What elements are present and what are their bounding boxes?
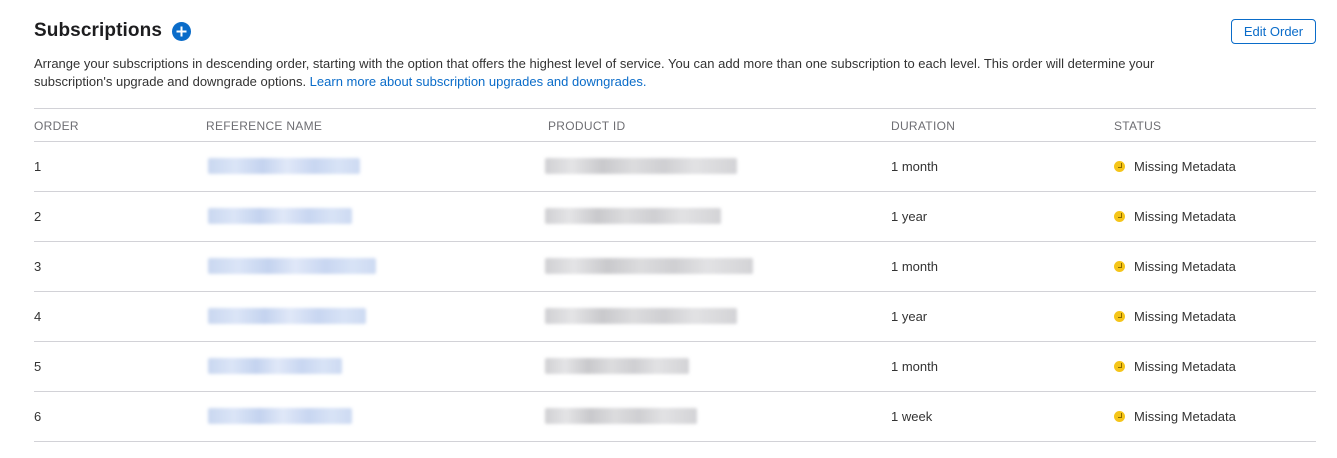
duration-cell: 1 week (891, 409, 933, 424)
table-row[interactable]: 2 1 year Missing Metadata (34, 192, 1316, 242)
column-header-duration[interactable]: DURATION (891, 119, 955, 133)
product-id-redacted (545, 308, 737, 324)
product-id-redacted (545, 158, 737, 174)
table-row[interactable]: 5 1 month Missing Metadata (34, 342, 1316, 392)
warning-icon (1114, 261, 1125, 272)
duration-cell: 1 month (891, 159, 938, 174)
reference-name-redacted[interactable] (208, 158, 360, 174)
product-id-redacted (545, 358, 689, 374)
status-label: Missing Metadata (1134, 209, 1236, 224)
reference-name-redacted[interactable] (208, 208, 352, 224)
page-title: Subscriptions (34, 20, 162, 41)
status-label: Missing Metadata (1134, 259, 1236, 274)
status-cell: Missing Metadata (1114, 409, 1236, 424)
description: Arrange your subscriptions in descending… (34, 55, 1209, 91)
status-label: Missing Metadata (1134, 409, 1236, 424)
edit-order-button[interactable]: Edit Order (1231, 19, 1316, 44)
duration-cell: 1 year (891, 209, 928, 224)
reference-name-redacted[interactable] (208, 308, 366, 324)
page-header: Subscriptions (34, 18, 191, 44)
plus-icon (176, 26, 187, 36)
warning-icon (1114, 211, 1125, 222)
duration-cell: 1 year (891, 309, 928, 324)
column-header-reference-name[interactable]: REFERENCE NAME (206, 119, 322, 133)
subscriptions-table: ORDER REFERENCE NAME PRODUCT ID DURATION… (34, 108, 1316, 442)
order-cell: 5 (34, 359, 42, 374)
status-label: Missing Metadata (1134, 359, 1236, 374)
duration-cell: 1 month (891, 259, 938, 274)
product-id-redacted (545, 208, 721, 224)
table-row[interactable]: 6 1 week Missing Metadata (34, 392, 1316, 442)
order-cell: 4 (34, 309, 42, 324)
warning-icon (1114, 361, 1125, 372)
column-header-product-id[interactable]: PRODUCT ID (548, 119, 625, 133)
column-header-order[interactable]: ORDER (34, 119, 79, 133)
table-row[interactable]: 3 1 month Missing Metadata (34, 242, 1316, 292)
status-cell: Missing Metadata (1114, 359, 1236, 374)
table-row[interactable]: 1 1 month Missing Metadata (34, 142, 1316, 192)
warning-icon (1114, 161, 1125, 172)
order-cell: 6 (34, 409, 42, 424)
order-cell: 2 (34, 209, 42, 224)
order-cell: 1 (34, 159, 42, 174)
status-cell: Missing Metadata (1114, 159, 1236, 174)
order-cell: 3 (34, 259, 42, 274)
status-label: Missing Metadata (1134, 159, 1236, 174)
table-header: ORDER REFERENCE NAME PRODUCT ID DURATION… (34, 108, 1316, 142)
column-header-status[interactable]: STATUS (1114, 119, 1161, 133)
warning-icon (1114, 311, 1125, 322)
status-cell: Missing Metadata (1114, 259, 1236, 274)
reference-name-redacted[interactable] (208, 358, 342, 374)
learn-more-link[interactable]: Learn more about subscription upgrades a… (310, 74, 647, 89)
status-cell: Missing Metadata (1114, 209, 1236, 224)
reference-name-redacted[interactable] (208, 258, 376, 274)
product-id-redacted (545, 408, 697, 424)
duration-cell: 1 month (891, 359, 938, 374)
add-subscription-button[interactable] (171, 21, 191, 41)
status-cell: Missing Metadata (1114, 309, 1236, 324)
table-row[interactable]: 4 1 year Missing Metadata (34, 292, 1316, 342)
reference-name-redacted[interactable] (208, 408, 352, 424)
product-id-redacted (545, 258, 753, 274)
status-label: Missing Metadata (1134, 309, 1236, 324)
warning-icon (1114, 411, 1125, 422)
